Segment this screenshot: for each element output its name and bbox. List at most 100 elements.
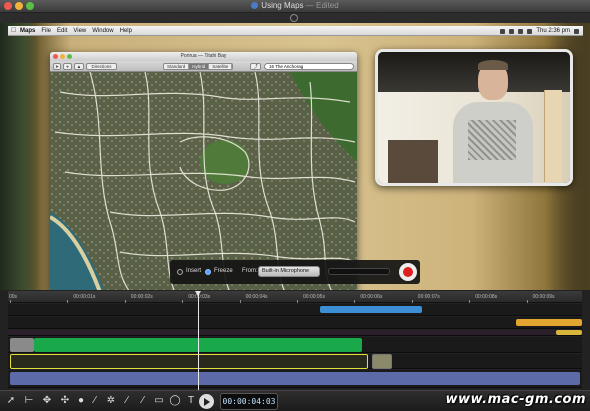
map-type-segmented-control: Standard Hybrid Satellite [163,63,234,70]
webcam-overlay[interactable] [375,49,573,186]
video-thumbnail [10,338,34,352]
menu-help[interactable]: Help [120,28,132,34]
ruler-label: 00:00:07s [417,294,440,300]
ruler-label: 00:00:08s [475,294,498,300]
timeline-track-screen [8,354,582,369]
freeze-label: Freeze [214,268,233,274]
maps-zoom-button[interactable] [67,54,72,59]
map-type-standard[interactable]: Standard [164,64,190,69]
maps-minimize-button[interactable] [60,54,65,59]
timecode-display[interactable]: 00:00:04:03 [220,393,278,410]
map-type-satellite[interactable]: Satellite [209,64,233,69]
insert-radio[interactable] [177,269,183,275]
brush-tool-icon[interactable]: ⁄ [88,394,102,408]
freeze-tool-icon[interactable]: ✲ [104,394,118,408]
audio-clip-blue[interactable] [320,306,422,313]
webcam-ceiling [378,52,570,92]
edited-status: — Edited [305,1,339,10]
screen-recording-clip[interactable] [10,354,368,369]
mac-menubar:  Maps File Edit View Window Help Thu 2:… [8,26,583,36]
ellipse-tool-icon[interactable]: ◯ [168,394,182,408]
maps-toolbar: ➤ ⌖ ▲ Directions Standard Hybrid Satelli… [50,61,357,72]
title-clip-yellow[interactable] [556,330,582,335]
rectangle-tool-icon[interactable]: ▭ [152,394,166,408]
tshirt-print [468,120,516,160]
map-type-hybrid[interactable]: Hybrid [189,64,210,69]
screen-clip-thumbnail[interactable] [372,354,392,369]
record-button[interactable] [399,263,417,281]
ruler-tick [239,300,241,303]
ruler-tick [354,300,356,303]
record-icon [403,267,413,277]
ruler-tick [67,300,69,303]
audio-waveform-clip[interactable] [10,372,580,385]
timeline-track-3 [8,330,582,336]
status-icon[interactable] [500,28,506,34]
desktop-wallpaper-left [0,23,40,290]
timeline-ruler[interactable]: 00s 00:00:01s 00:00:02s 00:00:03s 00:00:04s 0… [8,291,582,303]
audio-source-select[interactable]: Built-in Microphone [258,266,320,277]
timeline-playhead[interactable] [195,291,201,391]
ruler-tick [469,300,471,303]
pen-tool-icon[interactable]: ∕ [120,394,134,408]
volume-icon[interactable] [518,28,524,34]
menubar-clock[interactable]: Thu 2:36 pm [536,28,570,34]
play-button[interactable] [199,394,214,409]
ruler-label: 00:00:04s [245,294,268,300]
ruler-tick [297,300,298,303]
pointer-tool-icon[interactable]: ➚ [4,394,18,408]
menu-file[interactable]: File [41,28,51,34]
title-clip-orange[interactable] [516,319,582,326]
insert-label: Insert [186,268,202,274]
share-icon[interactable]: ⤴ [250,63,261,70]
canvas-toolbar [0,13,590,23]
pin-icon[interactable]: ⌖ [63,63,72,70]
audio-level-meter [328,268,390,275]
ruler-tick [124,300,126,303]
wifi-icon[interactable] [509,28,515,34]
maps-window: Porirua — Titahi Bay ➤ ⌖ ▲ Directions St… [50,52,357,292]
ruler-tick [526,300,528,303]
timeline-track-2 [8,317,582,329]
freeze-radio[interactable] [205,269,211,275]
directions-button[interactable]: Directions [86,63,117,70]
recording-hud: Insert Freeze From: Built-in Microphone [170,260,420,284]
timeline-track-1 [8,304,582,316]
satellite-map-view[interactable] [50,71,357,292]
current-location-icon[interactable]: ➤ [53,63,61,70]
menubar-items: Maps File Edit View Window Help [20,28,132,34]
ruler-tick [10,300,11,303]
menu-window[interactable]: Window [92,28,113,34]
map-roads-overlay [50,71,357,292]
voiceover-tool-icon[interactable]: ● [74,394,88,408]
app-title-bar: Using Maps — Edited [0,0,590,13]
ruler-tick [182,300,184,303]
ruler-label: 00:00:05s [303,294,325,300]
ruler-label: 00:00:06s [360,294,383,300]
maps-close-button[interactable] [53,54,58,59]
timeline-track-video [8,337,582,353]
menu-edit[interactable]: Edit [57,28,67,34]
text-tool-icon[interactable]: T [184,394,198,408]
ruler-label: 00:00:01s [73,294,96,300]
maps-search-input[interactable]: 16 The Anchorag [264,63,354,70]
app-icon [251,2,259,9]
apple-menu-icon[interactable]:  [11,27,16,34]
watermark-text: www.mac-gm.com [445,392,586,407]
document-name: Using Maps [261,1,304,10]
presenter-hair [478,60,508,70]
ruler-label: 00:00:09s [532,294,555,300]
window-title: Using Maps — Edited [0,1,590,10]
spotlight-icon[interactable] [574,28,579,34]
webcam-desk [388,140,438,183]
from-label: From: [242,268,258,274]
battery-icon[interactable] [527,28,533,34]
menu-maps[interactable]: Maps [20,28,35,34]
view-3d-icon[interactable]: ▲ [74,63,84,70]
blade-tool-icon[interactable]: ⊢ [22,394,36,408]
transform-tool-icon[interactable]: ✥ [40,394,54,408]
collapse-handle-icon[interactable] [290,14,298,22]
menu-view[interactable]: View [73,28,86,34]
highlight-tool-icon[interactable]: ⁄ [136,394,150,408]
effects-tool-icon[interactable]: ✣ [58,394,72,408]
